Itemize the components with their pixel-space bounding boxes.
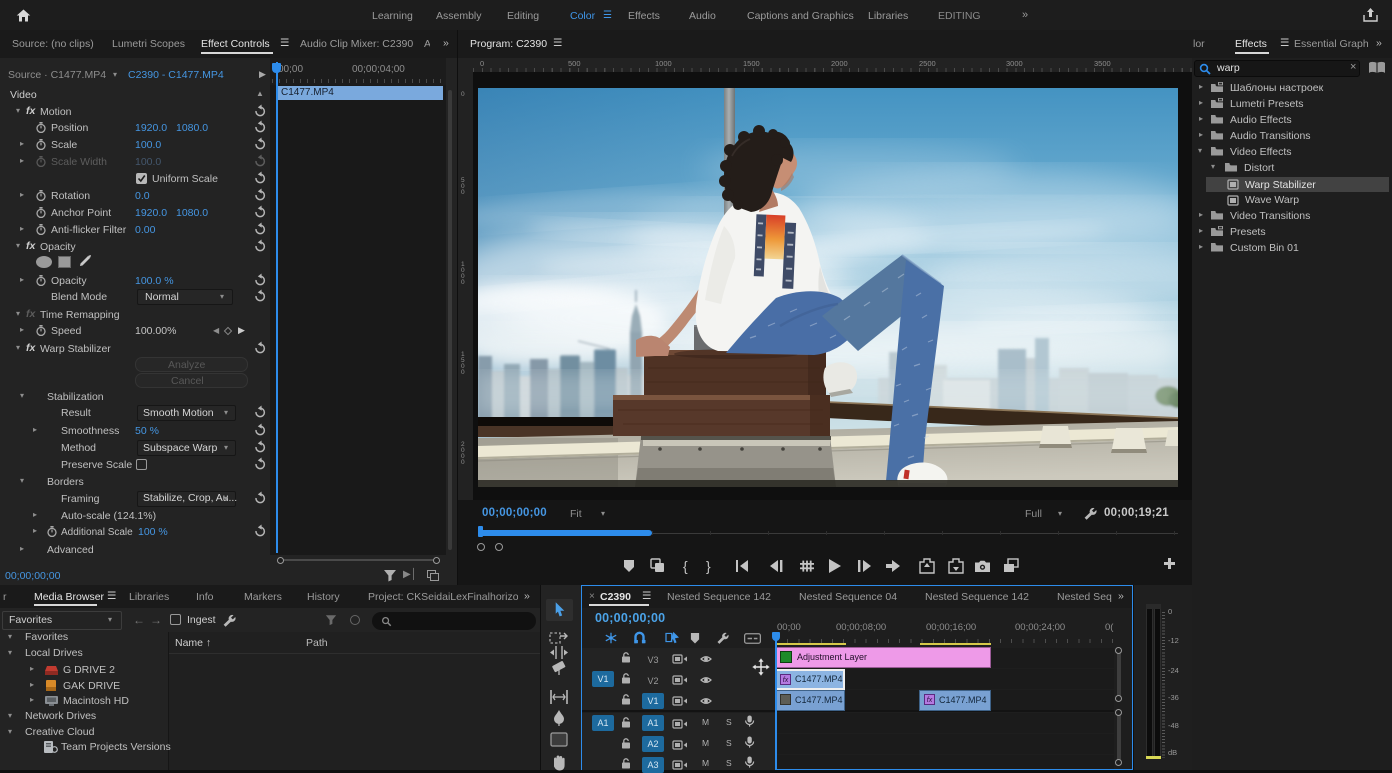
svg-text:{: { — [683, 558, 688, 574]
svg-text:}: } — [706, 558, 711, 574]
